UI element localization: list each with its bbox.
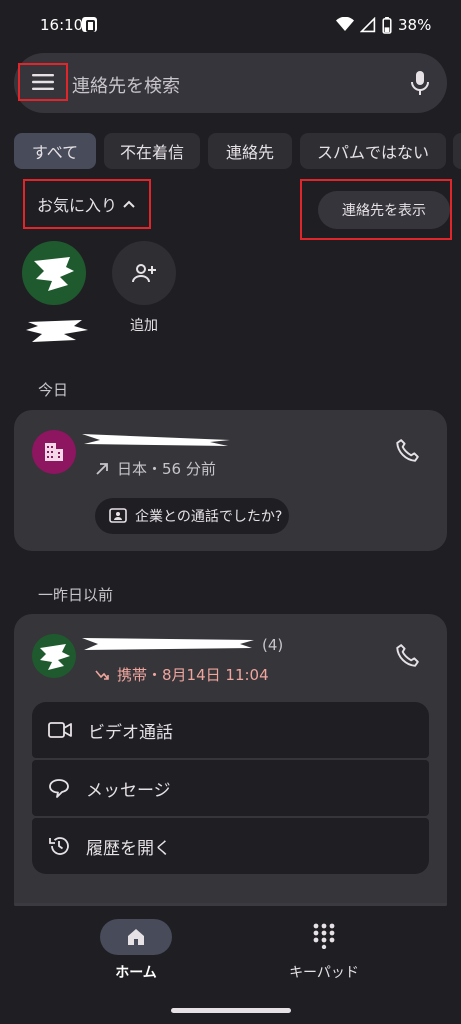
status-time: 16:10	[40, 16, 84, 34]
call-meta-business: 日本・56 分前	[95, 458, 216, 479]
home-icon	[128, 929, 144, 945]
chip-missed[interactable]: 不在着信	[104, 133, 200, 169]
status-icons: 38%	[336, 16, 431, 34]
video-call-button[interactable]: ビデオ通話	[32, 702, 429, 758]
history-icon	[49, 837, 69, 855]
missed-call-icon	[95, 669, 109, 680]
favorites-title: お気に入り	[37, 196, 118, 215]
chip-all[interactable]: すべて	[14, 133, 96, 169]
battery-percent: 38%	[398, 16, 432, 34]
call-count: (4)	[262, 636, 284, 654]
business-call-prompt-text: 企業との通話でしたか?	[135, 509, 283, 525]
add-favorite-label: 追加	[130, 318, 158, 334]
wifi-icon	[336, 17, 354, 31]
building-icon	[45, 443, 63, 461]
section-today: 今日	[38, 381, 69, 399]
phone-icon[interactable]	[394, 643, 420, 669]
notification-app-icon	[82, 17, 97, 32]
signal-icon	[360, 17, 376, 33]
redacted-favorite-name	[26, 320, 88, 342]
open-history-button[interactable]: 履歴を開く	[32, 818, 429, 874]
chip-overflow[interactable]	[453, 133, 461, 169]
bottom-navigation	[0, 906, 461, 1024]
search-input[interactable]: 連絡先を検索	[72, 72, 180, 98]
chip-contacts[interactable]: 連絡先	[208, 133, 292, 169]
favorites-toggle[interactable]: お気に入り	[23, 179, 151, 229]
phone-icon[interactable]	[394, 438, 420, 464]
redacted-avatar-icon	[34, 257, 74, 291]
gesture-navigation-bar[interactable]	[171, 1008, 291, 1013]
battery-icon	[382, 16, 392, 34]
hamburger-icon	[32, 74, 54, 90]
business-call-prompt[interactable]: 企業との通話でしたか?	[95, 498, 289, 534]
open-history-label: 履歴を開く	[86, 838, 171, 859]
call-meta-missed-text: 携帯・8月14日 11:04	[117, 666, 269, 684]
business-avatar	[32, 430, 76, 474]
contact-avatar	[32, 634, 76, 678]
person-add-icon	[132, 264, 156, 283]
section-earlier: 一昨日以前	[38, 586, 114, 604]
nav-home-button[interactable]	[100, 919, 172, 955]
chat-bubble-icon	[49, 779, 69, 798]
redacted-avatar-icon	[40, 644, 70, 670]
chevron-up-icon	[123, 200, 135, 208]
dialpad-icon[interactable]	[313, 923, 335, 949]
message-label: メッセージ	[86, 780, 171, 801]
nav-keypad-label[interactable]: キーパッド	[274, 962, 374, 982]
outgoing-call-arrow-icon	[96, 462, 108, 475]
favorite-contact-avatar[interactable]	[22, 241, 86, 305]
message-button[interactable]: メッセージ	[32, 760, 429, 816]
call-meta-contact: 携帯・8月14日 11:04	[95, 664, 269, 685]
chip-not-spam[interactable]: スパムではない	[300, 133, 446, 169]
redacted-caller-name	[82, 434, 230, 446]
show-contacts-button[interactable]: 連絡先を表示	[318, 191, 450, 229]
nav-home-label[interactable]: ホーム	[96, 962, 176, 982]
redacted-contact-name	[82, 638, 254, 650]
video-call-label: ビデオ通話	[88, 722, 173, 743]
add-favorite-button[interactable]	[112, 241, 176, 305]
contact-card-icon	[109, 508, 127, 523]
microphone-icon[interactable]	[408, 70, 432, 96]
video-camera-icon	[48, 722, 72, 738]
call-meta-text: 日本・56 分前	[117, 460, 216, 478]
menu-button[interactable]	[18, 63, 68, 101]
